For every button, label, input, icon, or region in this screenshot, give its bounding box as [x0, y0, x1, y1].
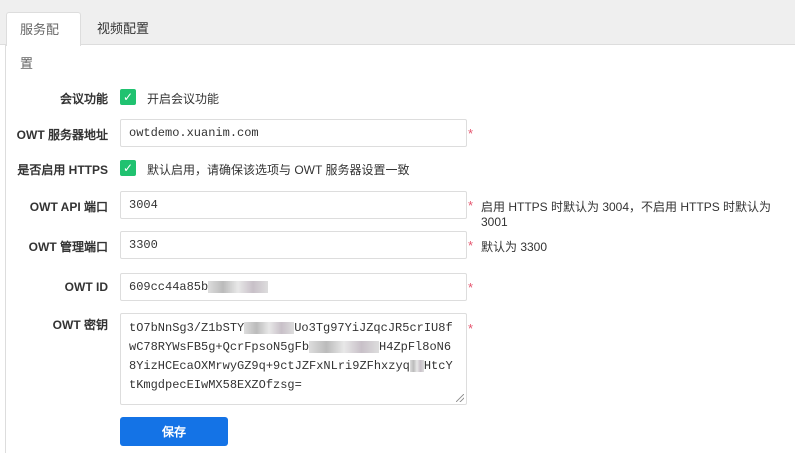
admin-port-label: OWT 管理端口	[28, 240, 108, 254]
owt-key-label: OWT 密钥	[52, 318, 108, 332]
tab-video-config[interactable]: 视频配置	[84, 12, 162, 46]
key-text: YWsFB5g+QcrFpsoN5gFb	[165, 340, 310, 354]
redacted-block	[208, 280, 269, 293]
admin-port-input[interactable]: 3300	[120, 231, 467, 259]
owt-id-value: 609cc44a85b	[129, 280, 209, 294]
server-input[interactable]: owtdemo.xuanim.com	[120, 119, 467, 147]
meeting-checkbox-label[interactable]: 开启会议功能	[147, 90, 219, 107]
required-mark: *	[468, 238, 474, 253]
required-mark: *	[468, 126, 474, 141]
required-mark: *	[468, 280, 474, 295]
https-label: 是否启用 HTTPS	[17, 163, 108, 177]
tab-bar: 服务配置 视频配置	[0, 0, 795, 71]
api-port-hint: 启用 HTTPS 时默认为 3004，不启用 HTTPS 时默认为 3001	[481, 200, 772, 229]
redacted-block	[309, 340, 380, 353]
key-text: tO7bNnSg3/Z1bSTY	[129, 321, 245, 335]
https-checkbox[interactable]: ✓	[120, 160, 136, 176]
resize-handle[interactable]	[456, 394, 464, 402]
https-checkbox-label[interactable]: 默认启用，请确保该选项与 OWT 服务器设置一致	[147, 161, 409, 178]
tab-service-config[interactable]: 服务配置	[6, 12, 81, 71]
meeting-checkbox[interactable]: ✓	[120, 89, 136, 105]
required-mark: *	[468, 321, 474, 336]
key-text: YizHCEcaOXMrwyGZ9q+9ctJZFxNLri9ZFhxzyq	[136, 359, 410, 373]
save-button[interactable]: 保存	[120, 417, 228, 446]
redacted-block	[244, 321, 295, 334]
owt-key-textarea[interactable]: tO7bNnSg3/Z1bSTY Uo3Tg97YiJZqcJR5crIU8fwC…	[120, 313, 467, 405]
server-label: OWT 服务器地址	[16, 128, 108, 142]
owt-id-input[interactable]: 609cc44a85b	[120, 273, 467, 301]
owt-id-label: OWT ID	[64, 280, 108, 294]
redacted-block	[409, 359, 424, 372]
check-icon: ✓	[122, 90, 134, 104]
api-port-label: OWT API 端口	[29, 200, 108, 214]
check-icon: ✓	[122, 161, 134, 175]
required-mark: *	[468, 198, 474, 213]
meeting-label: 会议功能	[59, 92, 108, 106]
api-port-input[interactable]: 3004	[120, 191, 467, 219]
key-text: pecEIwMX58EXZOfzsg=	[165, 378, 302, 392]
admin-port-hint: 默认为 3300	[481, 240, 548, 254]
